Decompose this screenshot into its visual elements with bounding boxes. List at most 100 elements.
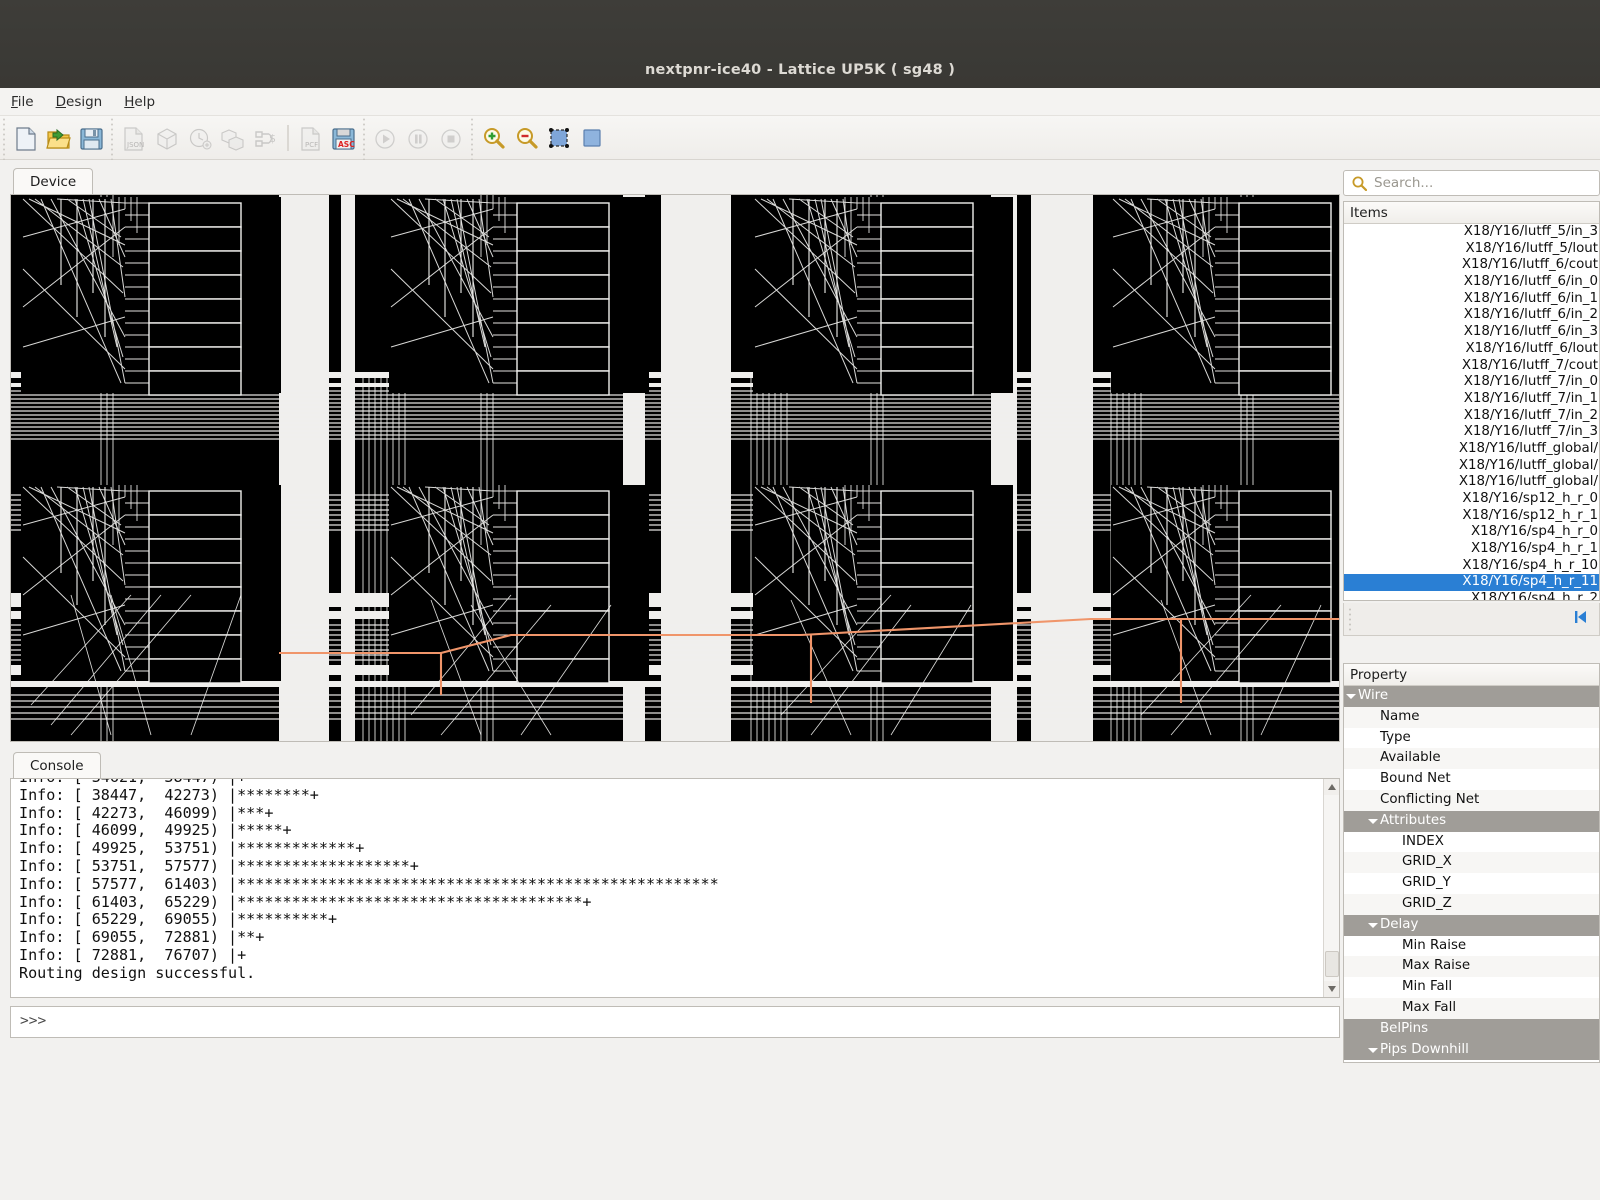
property-label: BelPins [1380, 1021, 1428, 1036]
new-document-icon[interactable] [10, 121, 41, 155]
list-item[interactable]: X18/Y16/lutff_7/cout [1344, 358, 1599, 375]
items-header: Items [1344, 202, 1599, 224]
console-scroll-thumb[interactable] [1325, 951, 1339, 977]
chevron-down-icon[interactable] [1368, 923, 1378, 928]
list-item[interactable]: X18/Y16/lutff_5/lout [1344, 241, 1599, 258]
property-row[interactable]: INDEX [1344, 832, 1599, 853]
floppy-save-icon[interactable] [76, 121, 107, 155]
search-input[interactable]: Search... [1343, 170, 1600, 196]
toolbar-drag-handle-4[interactable] [468, 116, 477, 160]
list-item[interactable]: X18/Y16/sp4_h_r_2 [1344, 591, 1599, 600]
timing-graph-icon[interactable]: $ [250, 121, 281, 155]
property-row[interactable]: Max Fall [1344, 998, 1599, 1019]
property-row[interactable]: Conflicting Net [1344, 790, 1599, 811]
console-tabbar: Console [10, 752, 1340, 779]
property-panel: Property WireNameTypeAvailableBound NetC… [1343, 663, 1600, 1063]
property-row[interactable]: Bound Net [1344, 769, 1599, 790]
property-label: Type [1380, 730, 1411, 745]
list-item[interactable]: X18/Y16/lutff_6/in_0 [1344, 274, 1599, 291]
list-item[interactable]: X18/Y16/lutff_6/in_3 [1344, 324, 1599, 341]
items-list[interactable]: X18/Y16/lutff_5/in_3X18/Y16/lutff_5/lout… [1344, 224, 1599, 600]
toolbar-drag-handle-3[interactable] [360, 116, 369, 160]
list-item[interactable]: X18/Y16/lutff_7/in_2 [1344, 408, 1599, 425]
console-scroll-up[interactable] [1324, 779, 1340, 795]
property-label: GRID_Z [1402, 896, 1452, 911]
property-list[interactable]: Wire Name Type AvailableBound Net Conflictin… [1344, 686, 1599, 1060]
property-row[interactable]: Max Raise [1344, 956, 1599, 977]
search-placeholder: Search... [1374, 175, 1433, 191]
property-row[interactable]: Min Raise [1344, 936, 1599, 957]
property-label: INDEX [1402, 834, 1444, 849]
list-item[interactable]: X18/Y16/lutff_6/in_2 [1344, 307, 1599, 324]
list-item[interactable]: X18/Y16/lutff_7/in_3 [1344, 424, 1599, 441]
property-row[interactable]: GRID_X [1344, 852, 1599, 873]
zoom-fit-icon[interactable] [577, 121, 608, 155]
menu-help[interactable]: Help [113, 88, 166, 115]
items-footer-grip[interactable] [1348, 607, 1354, 631]
stop-icon[interactable] [436, 121, 467, 155]
zoom-select-icon[interactable] [544, 121, 575, 155]
property-group-row[interactable]: Delay [1344, 915, 1599, 936]
chevron-down-icon[interactable] [1368, 1048, 1378, 1053]
list-item[interactable]: X18/Y16/sp4_h_r_0 [1344, 524, 1599, 541]
console-scroll-down[interactable] [1324, 981, 1340, 997]
device-view[interactable] [10, 194, 1340, 742]
skip-to-start-icon[interactable] [1573, 609, 1589, 629]
list-item[interactable]: X18/Y16/lutff_6/lout [1344, 341, 1599, 358]
menu-design[interactable]: Design [45, 88, 114, 115]
property-row[interactable]: Name [1344, 707, 1599, 728]
zoom-in-icon[interactable] [478, 121, 509, 155]
list-item[interactable]: X18/Y16/lutff_6/in_1 [1344, 291, 1599, 308]
place-clock-icon[interactable] [184, 121, 215, 155]
route-blocks-icon[interactable] [217, 121, 248, 155]
zoom-out-icon[interactable] [511, 121, 542, 155]
property-label: Max Raise [1402, 958, 1470, 973]
list-item[interactable]: X18/Y16/lutff_global/ [1344, 458, 1599, 475]
pcf-document-icon[interactable]: PCF [295, 121, 326, 155]
list-item[interactable]: X18/Y16/lutff_7/in_0 [1344, 374, 1599, 391]
property-group-row[interactable]: BelPins [1344, 1019, 1599, 1040]
svg-text:JSON: JSON [126, 141, 144, 149]
tab-console[interactable]: Console [13, 752, 101, 779]
tab-device[interactable]: Device [13, 168, 93, 195]
window-titlebar: nextpnr-ice40 - Lattice UP5K ( sg48 ) [0, 0, 1600, 88]
chevron-down-icon[interactable] [1368, 819, 1378, 824]
property-label: Name [1380, 709, 1420, 724]
list-item[interactable]: X18/Y16/sp12_h_r_0 [1344, 491, 1599, 508]
pause-icon[interactable] [403, 121, 434, 155]
property-group-row[interactable]: Wire [1344, 686, 1599, 707]
open-folder-icon[interactable] [43, 121, 74, 155]
play-icon[interactable] [370, 121, 401, 155]
chevron-down-icon[interactable] [1346, 694, 1356, 699]
property-row[interactable]: Min Fall [1344, 977, 1599, 998]
list-item[interactable]: X18/Y16/sp4_h_r_11 [1344, 574, 1599, 591]
json-document-icon[interactable]: JSON [118, 121, 149, 155]
asc-floppy-icon[interactable]: ASC [328, 121, 359, 155]
property-row[interactable]: GRID_Y [1344, 873, 1599, 894]
property-row[interactable]: Type [1344, 728, 1599, 749]
property-row[interactable]: Available [1344, 748, 1599, 769]
list-item[interactable]: X18/Y16/lutff_5/in_3 [1344, 224, 1599, 241]
property-label: GRID_X [1402, 854, 1452, 869]
toolbar-drag-handle-2[interactable] [108, 116, 117, 160]
menu-file[interactable]: File [0, 88, 45, 115]
console-input[interactable]: >>> [10, 1006, 1340, 1038]
toolbar-group-flow: JSON $ [108, 116, 282, 160]
console-scrollbar[interactable] [1323, 779, 1339, 997]
list-item[interactable]: X18/Y16/lutff_global/ [1344, 474, 1599, 491]
package-cube-icon[interactable] [151, 121, 182, 155]
list-item[interactable]: X18/Y16/sp4_h_r_10 [1344, 558, 1599, 575]
property-group-row[interactable]: Pips Downhill [1344, 1040, 1599, 1061]
property-row[interactable]: GRID_Z [1344, 894, 1599, 915]
list-item[interactable]: X18/Y16/sp12_h_r_1 [1344, 508, 1599, 525]
list-item[interactable]: X18/Y16/lutff_7/in_1 [1344, 391, 1599, 408]
list-item[interactable]: X18/Y16/lutff_6/cout [1344, 257, 1599, 274]
list-item[interactable]: X18/Y16/lutff_global/ [1344, 441, 1599, 458]
console-output[interactable]: Info: [ 34621, 38447) |+ Info: [ 38447, … [10, 778, 1340, 998]
list-item[interactable]: X18/Y16/sp4_h_r_1 [1344, 541, 1599, 558]
property-label: Conflicting Net [1380, 792, 1479, 807]
fpga-routing-canvas[interactable] [11, 195, 1339, 741]
device-tabbar: Device [10, 168, 1340, 195]
property-group-row[interactable]: Attributes [1344, 811, 1599, 832]
toolbar-drag-handle[interactable] [0, 116, 9, 160]
